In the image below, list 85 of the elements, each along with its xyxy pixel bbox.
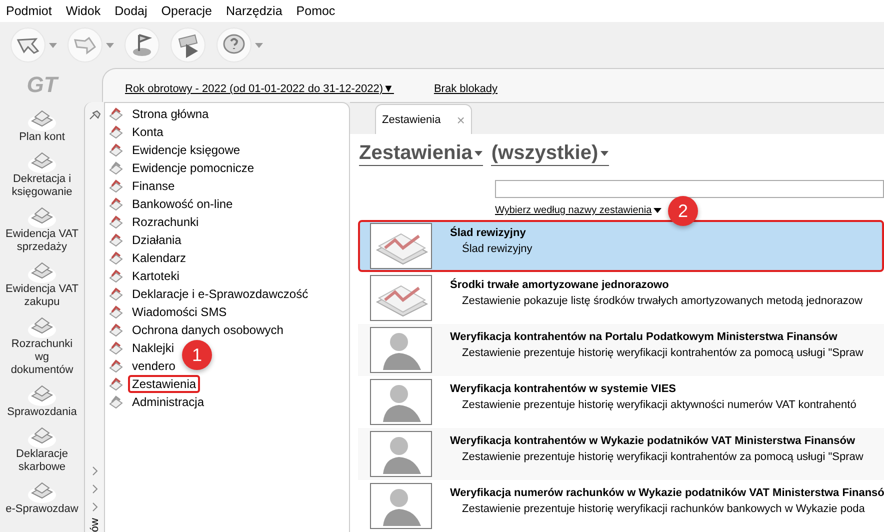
menu-item[interactable]: Operacje <box>161 4 212 18</box>
report-row[interactable]: Ślad rewizyjny Ślad rewizyjny <box>358 220 884 272</box>
lock-status-link[interactable]: Brak blokady <box>434 83 498 95</box>
tree-item[interactable]: Ewidencje księgowe <box>128 141 244 159</box>
collapsed-panel-label[interactable]: ów <box>88 518 100 532</box>
module-icon <box>109 233 123 247</box>
tree-item[interactable]: Administracja <box>128 393 208 411</box>
report-title: Ślad rewizyjny <box>450 227 527 239</box>
tree-item[interactable]: Kalendarz <box>128 249 190 267</box>
tree-item[interactable]: Naklejki <box>128 339 178 357</box>
menu-item[interactable]: Narzędzia <box>226 4 282 18</box>
module-icon <box>109 341 123 355</box>
module-icon <box>109 197 123 211</box>
report-description: Zestawienie pokazuje listę środków trwałych amortyzowanych metodą jednorazow <box>461 295 862 307</box>
tree-item[interactable]: Finanse <box>128 177 179 195</box>
report-title: Weryfikacja kontrahentów w Wykazie podatników VAT Ministerstwa Finansów <box>450 435 856 447</box>
module-icon <box>109 377 123 391</box>
report-row[interactable]: Środki trwałe amortyzowane jednorazowo Zestawienie pokazuje listę środków trwałych amortyzowanych metodą jednorazow <box>358 272 884 324</box>
tree-item[interactable]: Ochrona danych osobowych <box>128 321 288 339</box>
shortcut-button[interactable]: Plan kont <box>3 105 81 144</box>
search-field[interactable] <box>495 180 884 198</box>
flag-icon[interactable] <box>124 27 160 63</box>
menu-item[interactable]: Dodaj <box>114 4 148 18</box>
shortcut-button[interactable]: Sprawozdania <box>3 380 81 419</box>
menu-item[interactable]: Widok <box>66 4 101 18</box>
shortcut-button[interactable]: Deklaracje skarbowe <box>3 422 81 474</box>
module-icon <box>109 179 123 193</box>
play-icon[interactable] <box>170 27 206 63</box>
module-icon <box>109 359 123 373</box>
report-title: Weryfikacja kontrahentów w systemie VIES <box>450 383 677 395</box>
report-row[interactable]: Weryfikacja kontrahentów na Portalu Podatkowym Ministerstwa Finansów Zestawienie prezentuje historię weryfikacji kontrahentów za pomocą usługi "Spraw <box>358 324 884 376</box>
report-title: Weryfikacja numerów rachunków w Wykazie podatników VAT Ministerstwa Finansó <box>450 487 884 499</box>
pin-icon[interactable] <box>88 110 100 120</box>
module-icon <box>109 251 123 265</box>
module-icon <box>109 161 123 175</box>
tree-item[interactable]: Zestawienia <box>128 375 200 393</box>
caret-icon[interactable] <box>474 151 484 156</box>
report-title: Weryfikacja kontrahentów na Portalu Podatkowym Ministerstwa Finansów <box>450 331 838 343</box>
shortcut-button[interactable]: e-Sprawozdaw <box>3 477 81 516</box>
chevron-icon[interactable] <box>92 502 98 512</box>
module-icon <box>109 287 123 301</box>
module-icon <box>109 395 123 409</box>
chevron-icon[interactable] <box>92 484 98 494</box>
module-icon <box>109 323 123 337</box>
shortcut-button[interactable]: Ewidencja VAT sprzedaży <box>3 202 81 254</box>
module-icon <box>109 107 123 121</box>
search-mode-dropdown[interactable]: Wybierz według nazwy zestawienia <box>495 205 662 216</box>
tree-item[interactable]: Bankowość on-line <box>128 195 237 213</box>
logo: GT <box>26 71 58 99</box>
report-description: Zestawienie prezentuje historię weryfikacji kontrahentów za pomocą usługi "Spraw <box>461 347 864 359</box>
tree-item[interactable]: Deklaracje i e-Sprawozdawczość <box>128 285 312 303</box>
report-row[interactable]: Weryfikacja kontrahentów w Wykazie podatników VAT Ministerstwa Finansów Zestawienie prezentuje historię weryfikacji kontrahentów za pomocą usługi "Spraw <box>358 428 884 480</box>
tree-item[interactable]: Rozrachunki <box>128 213 203 231</box>
shortcut-button[interactable]: Dekretacja i księgowanie <box>3 147 81 199</box>
tree-item[interactable]: Kartoteki <box>128 267 184 285</box>
report-description: Zestawienie prezentuje historię weryfikacji rachunków bankowych w Wykazie poda <box>461 503 866 515</box>
module-icon <box>109 215 123 229</box>
tree-item[interactable]: vendero <box>128 357 180 375</box>
report-description: Ślad rewizyjny <box>461 243 532 255</box>
filter-dropdown[interactable]: Zestawienia <box>359 142 484 166</box>
shortcut-button[interactable]: Rozrachunki wg dokumentów <box>3 312 81 377</box>
module-icon <box>109 269 123 283</box>
report-description: Zestawienie prezentuje historię weryfikacji aktywności numerów VAT kontrahentó <box>461 399 856 411</box>
module-icon <box>109 305 123 319</box>
caret-icon[interactable] <box>652 208 662 213</box>
report-description: Zestawienie prezentuje historię weryfikacji kontrahentów za pomocą usługi "Spraw <box>461 451 864 463</box>
module-icon <box>109 143 123 157</box>
shortcut-button[interactable]: Ewidencja VAT zakupu <box>3 257 81 309</box>
report-title: Środki trwałe amortyzowane jednorazowo <box>450 279 670 291</box>
menu-item[interactable]: Podmiot <box>6 4 52 18</box>
tree-item[interactable]: Działania <box>128 231 186 249</box>
tree-item[interactable]: Strona główna <box>128 105 213 123</box>
tab[interactable]: Zestawienia × <box>375 104 472 134</box>
menu-item[interactable]: Pomoc <box>296 4 336 18</box>
module-icon <box>109 125 123 139</box>
tree-item[interactable]: Konta <box>128 123 168 141</box>
chevron-icon[interactable] <box>92 466 98 476</box>
help-icon[interactable] <box>216 27 252 63</box>
fiscal-year-link[interactable]: Rok obrotowy - 2022 (od 01-01-2022 do 31-12-2022)▼ <box>125 83 394 95</box>
tree-item[interactable]: Wiadomości SMS <box>128 303 231 321</box>
report-row[interactable]: Weryfikacja numerów rachunków w Wykazie podatników VAT Ministerstwa Finansó Zestawienie prezentuje historię weryfikacji rachunków bankowych w Wykazie poda <box>358 480 884 532</box>
filter-dropdown[interactable]: (wszystkie) <box>491 142 610 166</box>
caret-icon[interactable] <box>600 151 610 156</box>
tree-item[interactable]: Ewidencje pomocnicze <box>128 159 258 177</box>
report-row[interactable]: Weryfikacja kontrahentów w systemie VIES Zestawienie prezentuje historię weryfikacji aktywności numerów VAT kontrahentó <box>358 376 884 428</box>
